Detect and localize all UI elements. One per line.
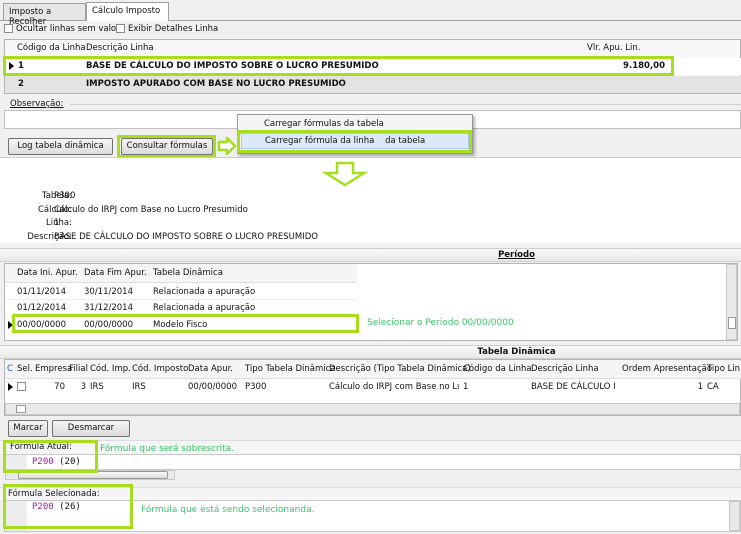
cell: Relacionada a apuração	[153, 303, 256, 313]
hide-empty-label: Ocultar linhas sem valor	[16, 24, 120, 34]
column-header[interactable]: Descrição (Tipo Tabela Dinâmica)	[329, 364, 471, 374]
tab-calculo-imposto[interactable]: Cálculo Imposto	[86, 2, 169, 21]
periodo-title: Período	[498, 250, 535, 260]
column-header[interactable]: Descrição Linha	[531, 364, 599, 374]
cell: IRS	[132, 382, 146, 392]
cell: 1	[697, 382, 703, 392]
highlight-box	[237, 130, 472, 153]
column-header[interactable]: C	[7, 364, 13, 374]
highlight-box	[12, 314, 359, 333]
cell: IRS	[90, 382, 104, 392]
tab-imposto-a-recolher[interactable]: Imposto a Recolher	[3, 3, 86, 27]
column-header[interactable]: Data Apur.	[188, 364, 233, 374]
periodo-annotation: Selecionar o Periodo 00/00/0000	[367, 318, 514, 328]
col-tabela-dinamica[interactable]: Tabela Dinâmica	[153, 268, 223, 278]
cell: BASE DE CÁLCULO I	[531, 382, 616, 392]
tabela-value: P300	[54, 191, 76, 201]
cell: Relacionada a apuração	[153, 287, 256, 297]
highlight-box	[3, 484, 133, 529]
periodo-header: Período	[0, 248, 741, 262]
highlight-box	[3, 56, 674, 76]
table-row[interactable]: 70 3 IRS IRS 00/00/0000 P300 Cálculo do IRPJ c…	[5, 379, 741, 396]
highlight-box	[3, 440, 98, 473]
column-header[interactable]: Cód. Imp.	[90, 364, 131, 374]
vertical-scrollbar[interactable]	[726, 264, 737, 340]
row-selector-icon	[8, 383, 13, 391]
column-header[interactable]: Ordem Apresentação	[622, 364, 712, 374]
horizontal-scrollbar[interactable]	[5, 403, 740, 415]
column-header[interactable]: Tipo Lin	[707, 364, 740, 374]
cell: 3	[80, 382, 86, 392]
table-row[interactable]: 01/11/2014 30/11/2014 Relacionada a apur…	[5, 283, 357, 300]
column-header[interactable]: Sel.	[17, 364, 33, 374]
hide-empty-checkbox[interactable]: Ocultar linhas sem valor	[4, 24, 120, 34]
checkbox[interactable]	[4, 24, 13, 33]
divider	[70, 104, 741, 105]
arrow-down-icon	[322, 161, 368, 187]
col-data-fim[interactable]: Data Fim Apur.	[84, 268, 147, 278]
select-checkbox[interactable]	[17, 382, 26, 391]
column-header[interactable]: Filial	[69, 364, 88, 374]
vertical-scrollbar[interactable]	[729, 501, 740, 531]
cell: 00/00/0000	[188, 382, 237, 392]
calculo-value: Cálculo do IRPJ com Base no Lucro Presum…	[54, 205, 248, 215]
scrollbar-thumb[interactable]	[728, 317, 736, 329]
checkbox[interactable]	[116, 24, 125, 33]
scrollbar-thumb[interactable]	[16, 405, 26, 413]
arrow-right-icon	[217, 137, 237, 155]
column-header[interactable]: Cód. Imposto	[132, 364, 188, 374]
col-valor[interactable]: Vlr. Apu. Lin.	[587, 43, 640, 53]
cell: 1	[463, 382, 469, 392]
menu-item-carregar-tabela[interactable]: Carregar fórmulas da tabela	[264, 119, 384, 129]
formula-selecionada-annotation: Fórmula que está sendo selecionanda.	[141, 505, 315, 515]
info-panel	[0, 157, 741, 243]
log-tabela-dinamica-button[interactable]: Log tabela dinâmica	[8, 138, 113, 155]
col-codigo-linha[interactable]: Código da Linha	[17, 43, 86, 53]
cell: 30/11/2014	[84, 287, 133, 297]
desmarcar-button[interactable]: Desmarcar	[52, 420, 130, 437]
cell: 31/12/2014	[84, 303, 133, 313]
marcar-button[interactable]: Marcar	[8, 420, 48, 437]
column-header[interactable]: Tipo Tabela Dinâmica	[245, 364, 336, 374]
col-descricao-linha[interactable]: Descrição Linha	[86, 43, 154, 53]
tabela-dinamica-grid: C Sel. Empresa Filial Cód. Imp. Cód. Imposto D…	[4, 359, 741, 416]
column-header[interactable]: Código da Linha	[463, 364, 532, 374]
formula-atual-editor[interactable]: P200 (20)	[4, 454, 741, 470]
cell: P300	[245, 382, 267, 392]
cell-desc: IMPOSTO APURADO COM BASE NO LUCRO PRESUM…	[86, 79, 346, 89]
cell-code: 2	[18, 79, 24, 89]
show-details-label: Exibir Detalhes Linha	[128, 24, 219, 34]
formula-atual-annotation: Fórmula que será sobrescrita.	[100, 444, 235, 454]
tabela-dinamica-header: Tabela Dinâmica	[0, 345, 741, 359]
col-data-ini[interactable]: Data Ini. Apur.	[17, 268, 78, 278]
table-row[interactable]: 2 IMPOSTO APURADO COM BASE NO LUCRO PRES…	[5, 76, 741, 93]
cell: 01/12/2014	[17, 303, 66, 313]
cell: Cálculo do IRPJ com Base no Lucr	[329, 382, 459, 392]
cell: 01/11/2014	[17, 287, 66, 297]
cell: 70	[54, 382, 65, 392]
tabela-dinamica-title: Tabela Dinâmica	[477, 347, 556, 357]
show-details-checkbox[interactable]: Exibir Detalhes Linha	[116, 24, 218, 34]
column-header[interactable]: Empresa	[35, 364, 72, 374]
descricao-value: BASE DE CÁLCULO DO IMPOSTO SOBRE O LUCRO…	[54, 232, 318, 242]
cell: CA	[707, 382, 719, 392]
observacao-label: Observação:	[10, 99, 64, 109]
linha-value: 1	[54, 218, 60, 228]
highlight-box	[117, 135, 216, 158]
